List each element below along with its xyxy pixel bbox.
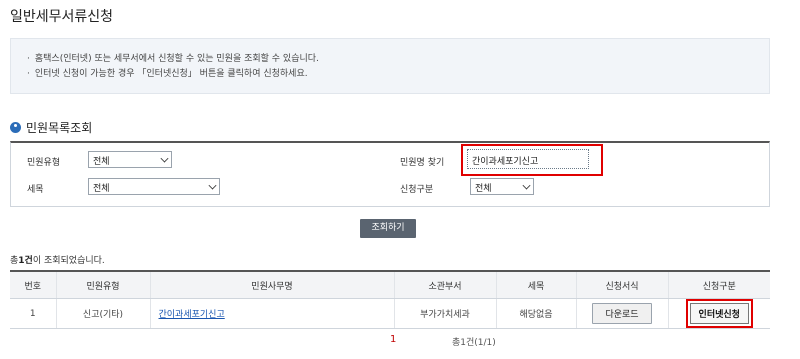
cell-form: 다운로드 — [575, 298, 668, 329]
apply-select-value: 전체 — [475, 184, 492, 194]
cell-type: 신고(기타) — [55, 298, 150, 329]
table-row: 1 신고(기타) 간이과세포기신고 부가가치세과 해당없음 다운로드 인터넷신청 — [10, 298, 770, 329]
section-title: 민원목록조회 — [10, 119, 92, 136]
chevron-down-icon — [208, 181, 217, 190]
table-header-row: 번호 민원유형 민원사무명 소관부서 세목 신청서식 신청구분 — [10, 270, 770, 299]
tax-select-value: 전체 — [93, 184, 110, 194]
page: 일반세무서류신청 홈택스(인터넷) 또는 세무서에서 신청할 수 있는 민원을 … — [0, 0, 800, 359]
result-count: 총1건이 조회되었습니다. — [10, 253, 105, 266]
section-title-label: 민원목록조회 — [26, 121, 93, 135]
name-input-highlight — [461, 144, 603, 176]
results-table: 번호 민원유형 민원사무명 소관부서 세목 신청서식 신청구분 1 신고(기타)… — [10, 270, 770, 329]
result-count-suffix: 이 조회되었습니다. — [32, 256, 105, 266]
cell-dept: 부가가치세과 — [393, 298, 496, 329]
search-button[interactable]: 조회하기 — [360, 219, 416, 238]
col-header-tax: 세목 — [495, 270, 576, 299]
cell-tax: 해당없음 — [495, 298, 576, 329]
result-count-number: 1건 — [18, 256, 33, 266]
internet-apply-button[interactable]: 인터넷신청 — [685, 299, 753, 328]
notice-line-2: 인터넷 신청이 가능한 경우 「인터넷신청」 버튼을 클릭하여 신청하세요. — [27, 67, 769, 82]
notice-box: 홈택스(인터넷) 또는 세무서에서 신청할 수 있는 민원을 조회할 수 있습니… — [10, 38, 770, 94]
name-label: 민원명 찾기 — [400, 158, 445, 168]
cell-no: 1 — [10, 298, 56, 329]
bullet-circle-icon — [10, 122, 21, 133]
type-select-value: 전체 — [93, 157, 110, 167]
page-title: 일반세무서류신청 — [10, 9, 114, 25]
col-header-dept: 소관부서 — [393, 270, 496, 299]
download-button[interactable]: 다운로드 — [592, 303, 652, 324]
apply-select[interactable]: 전체 — [470, 178, 534, 195]
type-label: 민원유형 — [27, 158, 61, 168]
apply-label: 신청구분 — [400, 185, 434, 195]
col-header-name: 민원사무명 — [149, 270, 394, 299]
type-select[interactable]: 전체 — [88, 151, 172, 168]
col-header-no: 번호 — [10, 270, 56, 299]
search-panel: 민원유형 전체 세목 전체 민원명 찾기 간이과세포기신고 신청구분 전체 — [10, 141, 770, 207]
pager-total: 총1건(1/1) — [452, 338, 496, 348]
pager-current-page[interactable]: 1 — [390, 334, 396, 345]
col-header-type: 민원유형 — [55, 270, 150, 299]
chevron-down-icon — [160, 154, 169, 163]
civil-service-link[interactable]: 간이과세포기신고 — [159, 310, 225, 320]
chevron-down-icon — [522, 181, 531, 190]
tax-select[interactable]: 전체 — [88, 178, 220, 195]
tax-label: 세목 — [27, 185, 44, 195]
col-header-apply: 신청구분 — [667, 270, 770, 299]
col-header-form: 신청서식 — [575, 270, 668, 299]
cell-apply: 인터넷신청 — [667, 298, 770, 329]
notice-line-1: 홈택스(인터넷) 또는 세무서에서 신청할 수 있는 민원을 조회할 수 있습니… — [27, 52, 769, 67]
cell-name: 간이과세포기신고 — [149, 298, 394, 329]
